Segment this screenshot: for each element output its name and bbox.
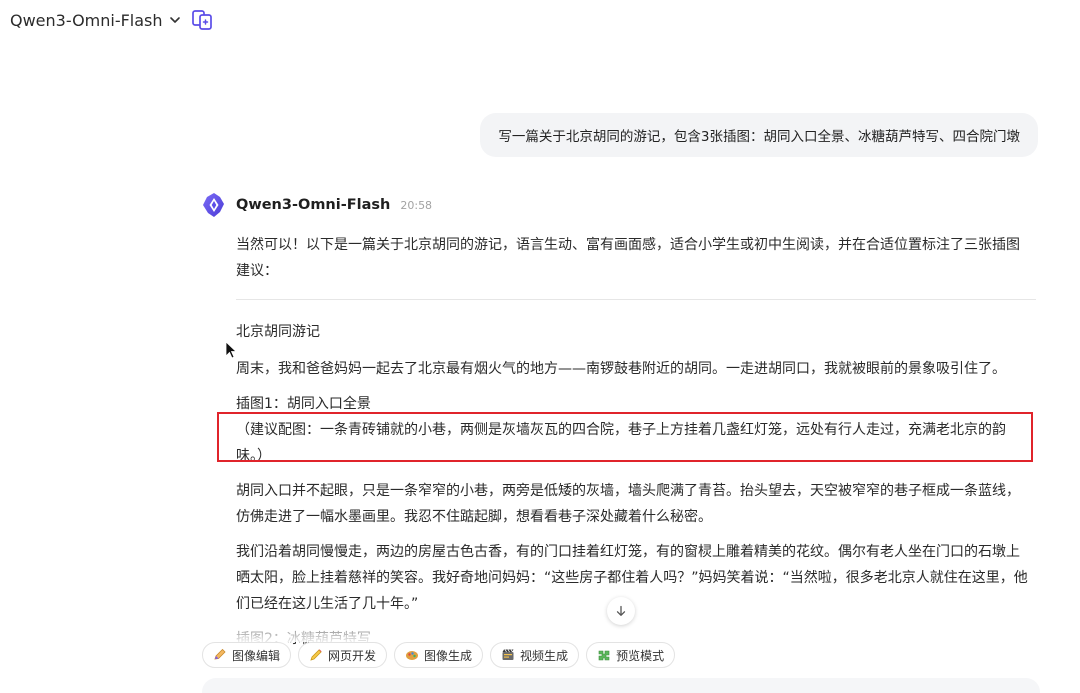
video-gen-icon [502,649,514,660]
arrow-down-icon [616,605,626,616]
tool-chips: 图像编辑 网页开发 图像生成 视频生成 预览模式 [202,642,676,668]
message-timestamp: 20:58 [400,198,433,212]
paragraph-3: 我们沿着胡同慢慢走，两边的房屋古色古香，有的门口挂着红灯笼，有的窗棂上雕着精美的… [236,544,1028,612]
assistant-message-content: 当然可以！以下是一篇关于北京胡同的游记，语言生动、富有画面感，适合小学生或初中生… [236,232,1036,652]
intro-text: 当然可以！以下是一篇关于北京胡同的游记，语言生动、富有画面感，适合小学生或初中生… [236,237,1020,279]
divider [236,299,1036,300]
figure-1-label: 插图1：胡同入口全景 [236,396,371,412]
paragraph-2: 胡同入口并不起眼，只是一条窄窄的小巷，两旁是低矮的灰墙，墙头爬满了青苔。抬头望去… [236,483,1020,525]
chip-video-gen[interactable]: 视频生成 [490,642,580,668]
model-name: Qwen3-Omni-Flash [10,10,163,30]
chip-web-dev[interactable]: 网页开发 [298,642,388,668]
image-edit-icon [214,648,226,660]
split-view-icon[interactable] [191,9,213,31]
message-input-area[interactable] [202,678,1040,693]
assistant-header: Qwen3-Omni-Flash 20:58 [200,191,432,219]
article-title: 北京胡同游记 [236,324,320,340]
assistant-name: Qwen3-Omni-Flash [236,197,391,213]
scroll-to-bottom-button[interactable] [607,597,635,625]
user-message-bubble: 写一篇关于北京胡同的游记，包含3张插图：胡同入口全景、冰糖葫芦特写、四合院门墩 [480,113,1038,157]
preview-mode-icon [598,650,610,661]
web-dev-icon [310,649,322,661]
top-bar: Qwen3-Omni-Flash [10,8,213,32]
image-gen-icon [406,651,419,660]
chevron-down-icon [169,17,180,23]
chat-page: Qwen3-Omni-Flash 写一篇关于北京胡同的游记，包含3张插图：胡同入… [0,0,1080,693]
paragraph-1: 周末，我和爸爸妈妈一起去了北京最有烟火气的地方——南锣鼓巷附近的胡同。一走进胡同… [236,361,1006,377]
figure-1-note: （建议配图：一条青砖铺就的小巷，两侧是灰墙灰瓦的四合院，巷子上方挂着几盏红灯笼，… [236,422,1006,464]
qwen-logo-icon [203,193,224,217]
mouse-cursor-icon [225,341,237,359]
chip-preview-mode[interactable]: 预览模式 [586,642,676,668]
chip-image-gen[interactable]: 图像生成 [394,642,484,668]
chip-image-edit[interactable]: 图像编辑 [202,642,292,668]
model-selector[interactable]: Qwen3-Omni-Flash [10,11,181,30]
